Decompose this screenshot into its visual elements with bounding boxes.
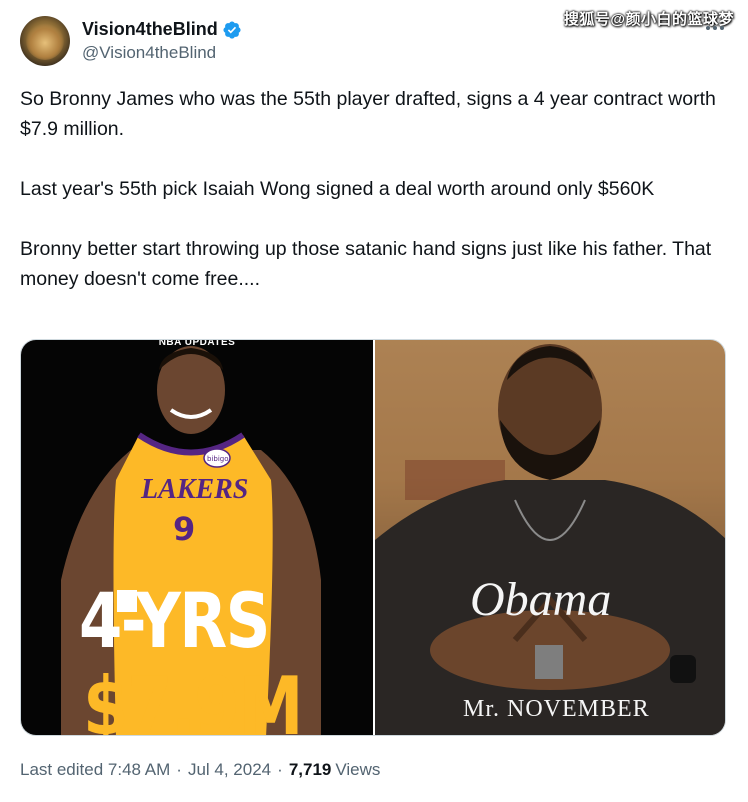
headline-amount: $7.9M xyxy=(83,660,304,735)
jersey-brand: LAKERS xyxy=(140,474,248,505)
views-label: Views xyxy=(335,760,381,779)
tweet-meta: Last edited 7:48 AM · Jul 4, 2024 · 7,71… xyxy=(20,760,380,780)
avatar[interactable] xyxy=(20,16,70,66)
author-names: Vision4theBlind @Vision4theBlind xyxy=(82,19,242,63)
headline-years: 4-YRS xyxy=(79,576,271,665)
man-illustration xyxy=(375,340,725,735)
display-name[interactable]: Vision4theBlind xyxy=(82,19,218,40)
jersey-number: 9 xyxy=(173,510,195,548)
tweet-paragraph: Last year's 55th pick Isaiah Wong signed… xyxy=(20,178,655,200)
tweet-date[interactable]: Jul 4, 2024 xyxy=(188,760,271,780)
edited-label[interactable]: Last edited 7:48 AM xyxy=(20,760,170,780)
views-count: 7,719 xyxy=(288,760,332,779)
author-handle[interactable]: @Vision4theBlind xyxy=(82,43,242,63)
more-options-icon[interactable] xyxy=(706,26,724,30)
name-row: Vision4theBlind xyxy=(82,19,242,40)
tweet-paragraph: So Bronny James who was the 55th player … xyxy=(20,88,716,140)
shirt-text: Obama xyxy=(470,573,612,626)
tweet-card: Vision4theBlind @Vision4theBlind 搜狐号@颜小白… xyxy=(0,0,748,802)
shirt-subtext: Mr. NOVEMBER xyxy=(463,696,650,722)
tweet-header: Vision4theBlind @Vision4theBlind xyxy=(20,14,242,68)
meta-separator: · xyxy=(176,760,182,779)
jersey-sponsor: bibigo xyxy=(207,455,229,463)
bronny-contract-image[interactable]: LAKERS 9 bibigo NBA UPDATES 4-YRS $7.9M xyxy=(21,340,373,735)
tweet-paragraph: Bronny better start throwing up those sa… xyxy=(20,238,712,290)
tweet-media[interactable]: LAKERS 9 bibigo NBA UPDATES 4-YRS $7.9M xyxy=(20,339,726,736)
tweet-text: So Bronny James who was the 55th player … xyxy=(20,84,720,324)
nba-updates-tag: NBA UPDATES xyxy=(158,340,236,348)
meta-separator: · xyxy=(277,760,283,779)
verified-badge-icon xyxy=(223,20,241,39)
lebron-photo[interactable]: Obama Mr. NOVEMBER xyxy=(375,340,725,735)
